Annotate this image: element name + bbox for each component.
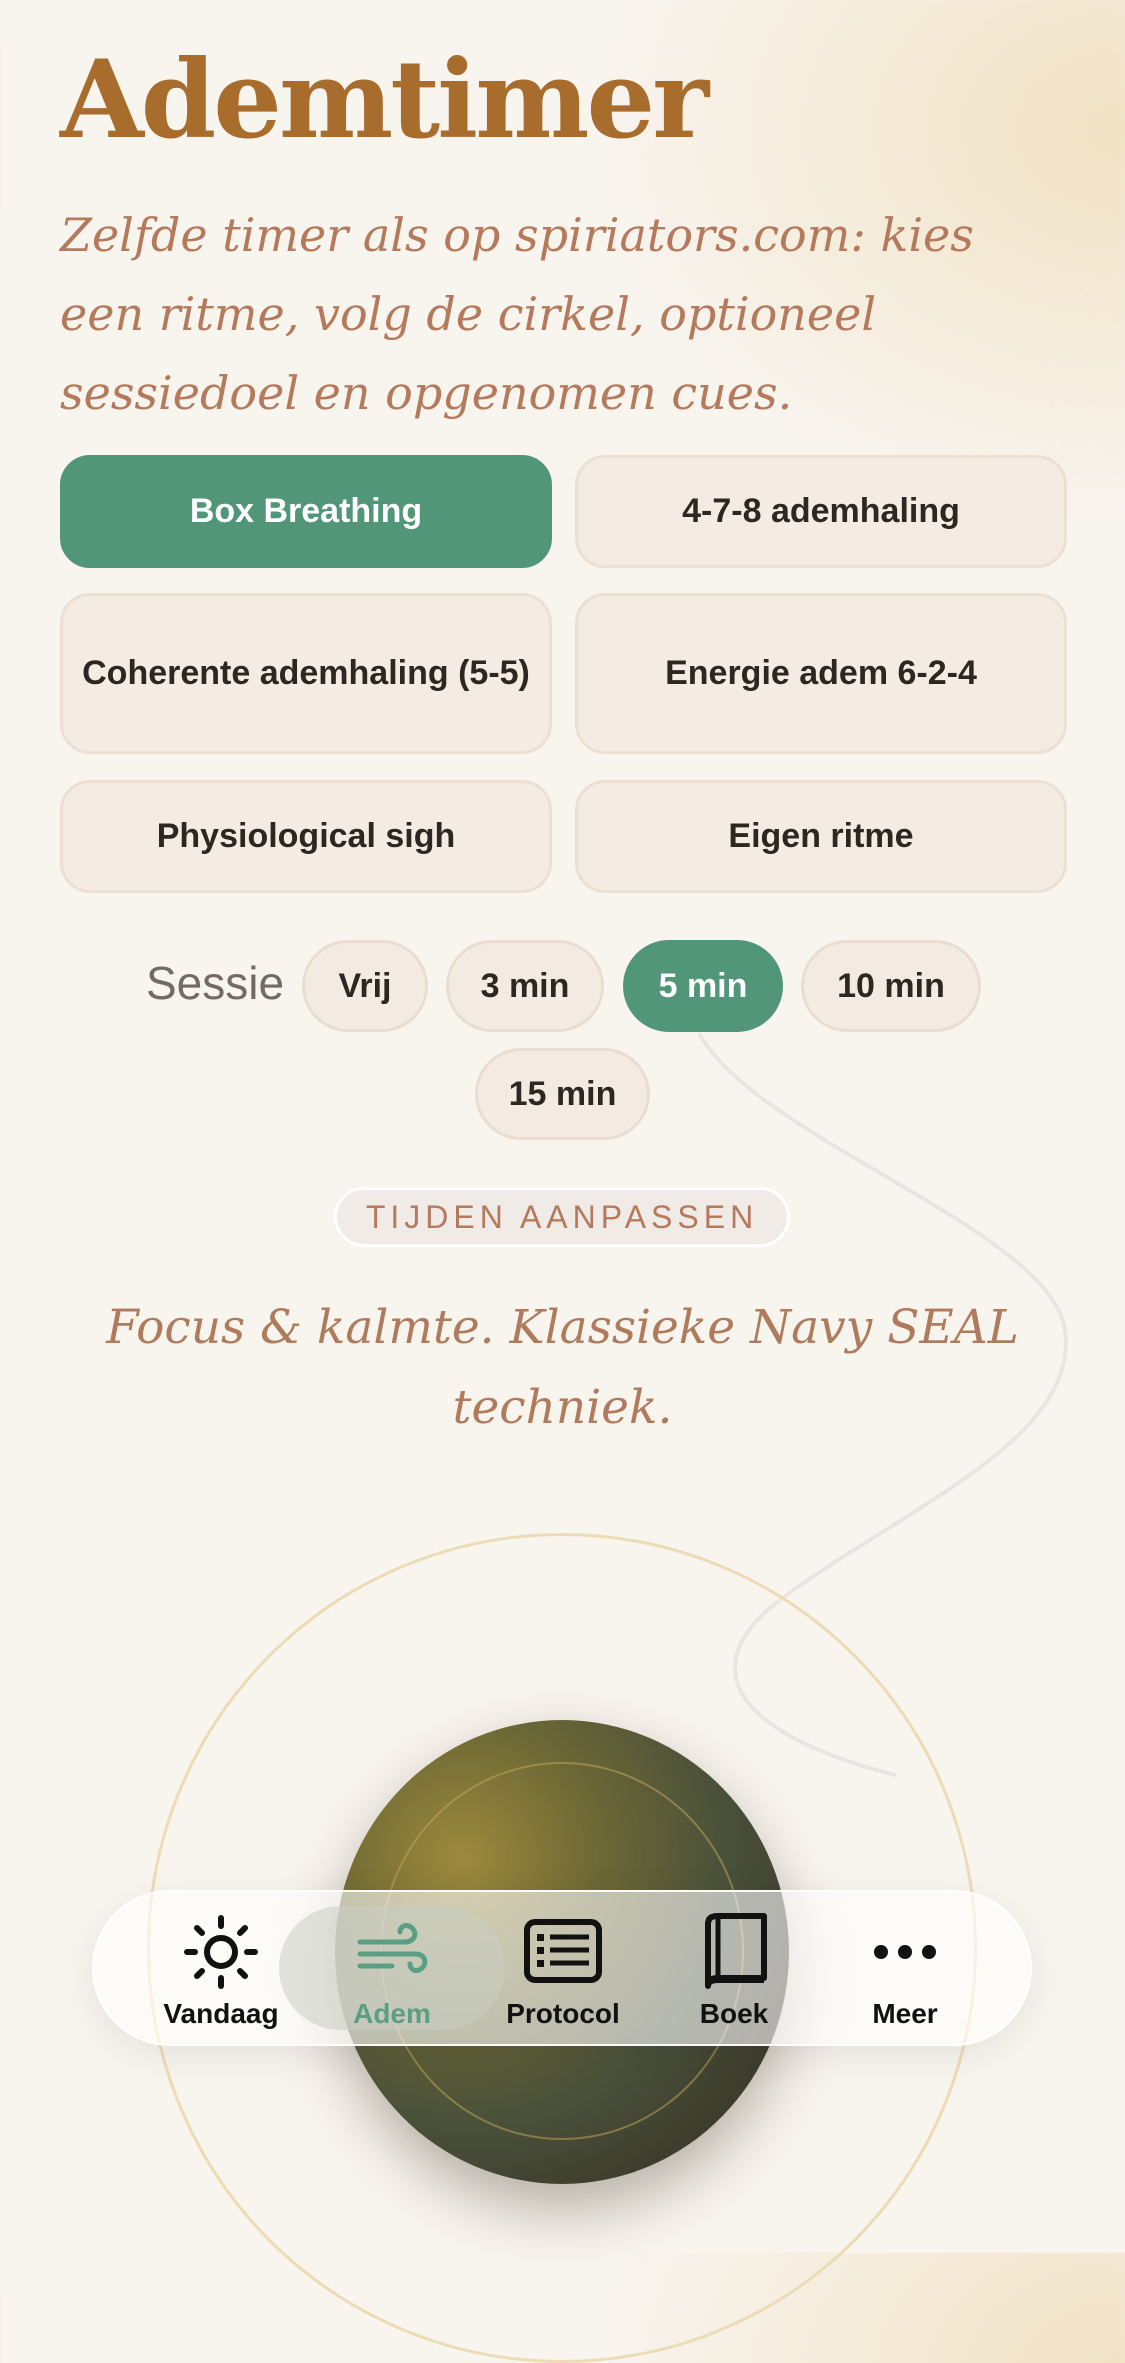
nav-item-protocol[interactable]: Protocol: [478, 1892, 648, 2044]
nav-item-vandaag[interactable]: Vandaag: [136, 1892, 306, 2044]
nav-label-protocol: Protocol: [506, 1998, 620, 2029]
nav-item-meer[interactable]: Meer: [820, 1892, 990, 2044]
rhythm-description: Focus & kalmte. Klassieke Navy SEAL tech…: [106, 1300, 1019, 1435]
nav-label-boek: Boek: [699, 1998, 769, 2029]
nav-item-adem[interactable]: Adem: [307, 1892, 477, 2044]
book-icon: [694, 1912, 774, 1992]
nav-label-adem: Adem: [353, 1998, 431, 2029]
more-icon: [865, 1912, 945, 1992]
bottom-navigation: Vandaag Adem Protocol Boek Meer: [92, 1890, 1032, 2046]
nav-item-boek[interactable]: Boek: [649, 1892, 819, 2044]
sun-icon: [181, 1912, 261, 1992]
customize-times-button[interactable]: TIJDEN AANPASSEN: [334, 1187, 790, 1247]
list-icon: [523, 1912, 603, 1992]
wind-icon: [352, 1912, 432, 1992]
nav-label-vandaag: Vandaag: [163, 1998, 279, 2029]
nav-label-meer: Meer: [872, 1998, 938, 2029]
